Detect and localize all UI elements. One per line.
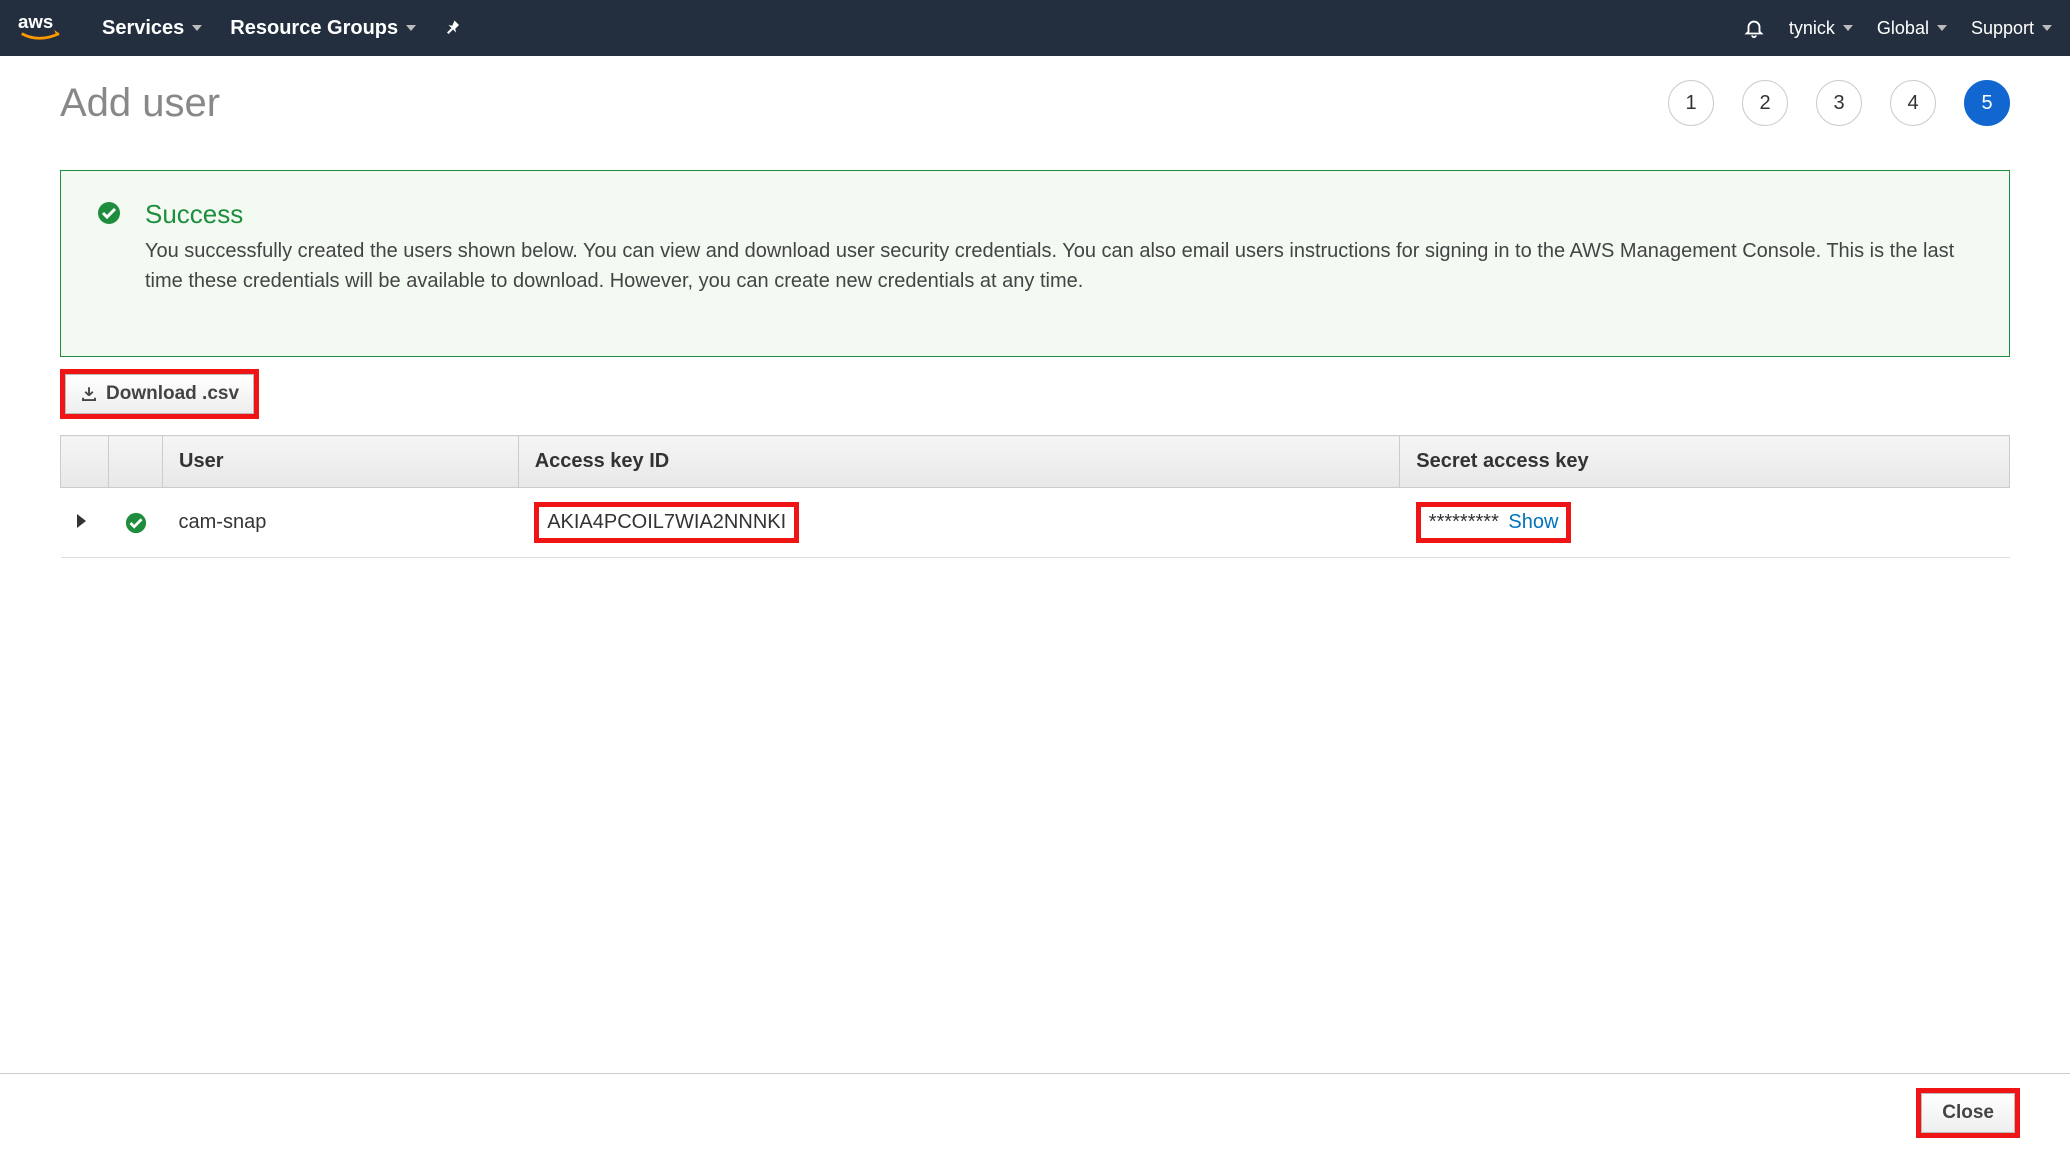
step-4[interactable]: 4 xyxy=(1890,80,1936,126)
access-key-id-value: AKIA4PCOIL7WIA2NNNKI xyxy=(534,502,799,543)
success-check-icon xyxy=(125,512,147,534)
footer-bar: Close xyxy=(0,1073,2070,1152)
step-5[interactable]: 5 xyxy=(1964,80,2010,126)
success-title: Success xyxy=(145,199,1973,230)
wizard-steps: 1 2 3 4 5 xyxy=(1668,80,2010,126)
aws-logo[interactable]: aws xyxy=(18,11,74,45)
download-csv-highlight: Download .csv xyxy=(60,369,259,419)
step-3[interactable]: 3 xyxy=(1816,80,1862,126)
account-menu[interactable]: tynick xyxy=(1789,18,1853,39)
success-message: You successfully created the users shown… xyxy=(145,236,1973,296)
page-header: Add user 1 2 3 4 5 xyxy=(60,80,2010,126)
success-alert: Success You successfully created the use… xyxy=(60,170,2010,357)
account-label: tynick xyxy=(1789,18,1835,39)
chevron-down-icon xyxy=(192,25,202,31)
services-menu[interactable]: Services xyxy=(102,17,202,40)
table-header-row: User Access key ID Secret access key xyxy=(61,436,2010,488)
notifications-icon[interactable] xyxy=(1743,17,1765,39)
resource-groups-menu[interactable]: Resource Groups xyxy=(230,17,416,40)
success-content: Success You successfully created the use… xyxy=(145,199,1973,296)
show-secret-link[interactable]: Show xyxy=(1508,511,1558,533)
region-label: Global xyxy=(1877,18,1929,39)
download-icon xyxy=(80,385,98,403)
download-csv-button[interactable]: Download .csv xyxy=(65,374,254,414)
col-user: User xyxy=(163,436,519,488)
nav-right: tynick Global Support xyxy=(1743,17,2052,39)
row-access-key-id-cell: AKIA4PCOIL7WIA2NNNKI xyxy=(518,488,1400,558)
pin-icon[interactable] xyxy=(444,19,462,37)
region-menu[interactable]: Global xyxy=(1877,18,1947,39)
resource-groups-label: Resource Groups xyxy=(230,17,398,40)
row-user: cam-snap xyxy=(163,488,519,558)
top-nav: aws Services Resource Groups ty xyxy=(0,0,2070,56)
close-button[interactable]: Close xyxy=(1921,1093,2015,1133)
services-label: Services xyxy=(102,17,184,40)
col-status xyxy=(109,436,163,488)
col-secret-access-key: Secret access key xyxy=(1400,436,2010,488)
row-secret-access-key-cell: ********* Show xyxy=(1400,488,2010,558)
credentials-table: User Access key ID Secret access key cam… xyxy=(60,435,2010,558)
expand-caret-icon xyxy=(77,514,86,528)
col-access-key-id: Access key ID xyxy=(518,436,1400,488)
table-row: cam-snap AKIA4PCOIL7WIA2NNNKI ********* … xyxy=(61,488,2010,558)
row-expander-cell[interactable] xyxy=(61,488,109,558)
secret-access-key-highlight: ********* Show xyxy=(1416,502,1572,543)
chevron-down-icon xyxy=(406,25,416,31)
chevron-down-icon xyxy=(2042,25,2052,31)
chevron-down-icon xyxy=(1937,25,1947,31)
close-button-highlight: Close xyxy=(1916,1088,2020,1138)
support-menu[interactable]: Support xyxy=(1971,18,2052,39)
page-title: Add user xyxy=(60,81,220,126)
step-1[interactable]: 1 xyxy=(1668,80,1714,126)
step-2[interactable]: 2 xyxy=(1742,80,1788,126)
support-label: Support xyxy=(1971,18,2034,39)
download-row: Download .csv xyxy=(60,369,2010,419)
nav-left: Services Resource Groups xyxy=(102,17,462,40)
download-csv-label: Download .csv xyxy=(106,383,239,405)
col-expander xyxy=(61,436,109,488)
row-status-cell xyxy=(109,488,163,558)
chevron-down-icon xyxy=(1843,25,1853,31)
svg-text:aws: aws xyxy=(18,11,53,32)
page-content: Add user 1 2 3 4 5 Success You successfu… xyxy=(0,56,2070,558)
success-check-icon xyxy=(97,201,121,225)
secret-access-key-masked: ********* xyxy=(1429,511,1499,533)
